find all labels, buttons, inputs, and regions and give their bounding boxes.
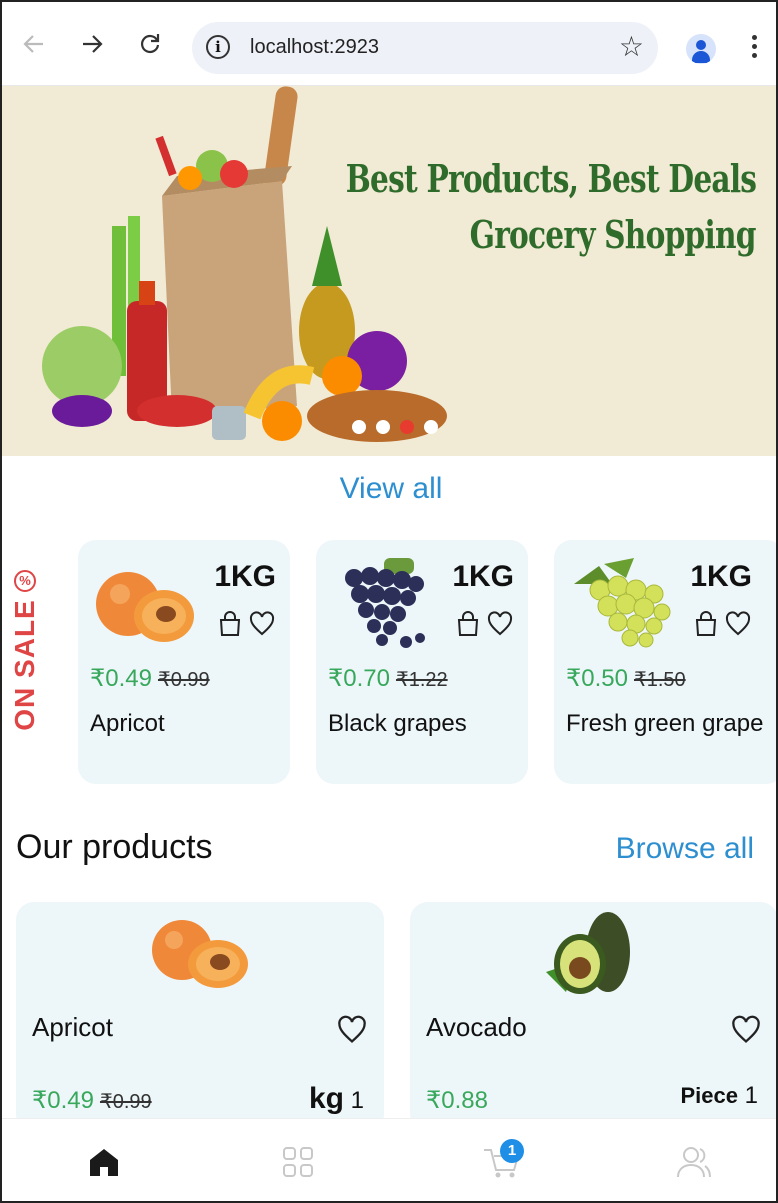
browser-toolbar: i localhost:2923 ☆: [2, 2, 776, 86]
product-name: Avocado: [426, 1012, 527, 1042]
grocery-bag-illustration: [42, 86, 447, 442]
old-price: ₹1.22: [395, 669, 448, 691]
app-frame: i localhost:2923 ☆ Best Products, Best D…: [0, 0, 778, 1203]
green-grapes-image: [574, 558, 671, 648]
users-icon[interactable]: [664, 1137, 724, 1187]
profile-avatar-icon[interactable]: [686, 34, 716, 64]
on-sale-label: % ON SALE: [8, 570, 42, 760]
sale-product-name: Apricot: [90, 710, 165, 737]
product-card[interactable]: Apricot ₹0.49 ₹0.99 kg 1: [16, 902, 384, 1132]
address-bar[interactable]: i localhost:2923 ☆: [192, 22, 658, 74]
apricot-image: [152, 920, 248, 988]
cart-icon[interactable]: 1: [472, 1137, 532, 1187]
apricot-image: [96, 572, 194, 642]
sale-weight: 1KG: [690, 560, 752, 593]
current-price: ₹0.88: [426, 1087, 488, 1114]
sale-card[interactable]: 1KG ₹0.49 ₹0.99 Apricot: [78, 540, 290, 784]
view-all-link[interactable]: View all: [2, 472, 776, 506]
quantity-unit: kg 1: [309, 1082, 364, 1116]
current-price: ₹0.70: [328, 665, 390, 692]
quantity-value[interactable]: 1: [745, 1082, 758, 1109]
old-price: ₹0.99: [99, 1091, 152, 1113]
bookmark-star-icon[interactable]: ☆: [619, 30, 644, 63]
sale-card[interactable]: 1KG ₹0.50 ₹1.50 Fresh green grape: [554, 540, 776, 784]
carousel-dot-active[interactable]: [400, 420, 414, 434]
forward-icon[interactable]: [72, 24, 112, 64]
heart-icon[interactable]: [730, 1014, 762, 1046]
banner-subheadline: Grocery Shopping: [470, 212, 757, 257]
carousel-dots: [352, 420, 438, 434]
avocado-image: [546, 912, 630, 994]
black-grapes-image: [345, 558, 425, 648]
banner-headline: Best Products, Best Deals: [345, 156, 757, 201]
heart-icon[interactable]: [336, 1014, 368, 1046]
browser-menu-icon[interactable]: [746, 32, 762, 68]
add-to-bag-icon[interactable]: [454, 610, 482, 638]
carousel-dot[interactable]: [376, 420, 390, 434]
add-to-bag-icon[interactable]: [692, 610, 720, 638]
heart-icon[interactable]: [724, 610, 752, 638]
quantity-value[interactable]: 1: [351, 1087, 364, 1114]
quantity-unit: Piece 1: [680, 1082, 758, 1110]
heart-icon[interactable]: [248, 610, 276, 638]
sale-card[interactable]: 1KG ₹0.70 ₹1.22 Black grapes: [316, 540, 528, 784]
sale-weight: 1KG: [214, 560, 276, 593]
sale-product-name: Black grapes: [328, 710, 467, 737]
bottom-nav: 1: [2, 1118, 776, 1201]
current-price: ₹0.49: [90, 665, 152, 692]
product-card[interactable]: Avocado ₹0.88 Piece 1: [410, 902, 776, 1132]
product-price: ₹0.49 ₹0.99: [32, 1086, 152, 1115]
browse-all-link[interactable]: Browse all: [616, 832, 754, 866]
sale-price: ₹0.50 ₹1.50: [566, 664, 686, 693]
unit-label: Piece: [680, 1083, 738, 1108]
cart-count-badge: 1: [500, 1139, 524, 1163]
old-price: ₹1.50: [633, 669, 686, 691]
carousel-dot[interactable]: [352, 420, 366, 434]
add-to-bag-icon[interactable]: [216, 610, 244, 638]
current-price: ₹0.50: [566, 665, 628, 692]
heart-icon[interactable]: [486, 610, 514, 638]
discount-badge-icon: %: [14, 570, 36, 592]
current-price: ₹0.49: [32, 1087, 94, 1114]
url-text: localhost:2923: [250, 36, 379, 58]
home-icon[interactable]: [74, 1137, 134, 1187]
reload-icon[interactable]: [130, 24, 170, 64]
old-price: ₹0.99: [157, 669, 210, 691]
sale-price: ₹0.49 ₹0.99: [90, 664, 210, 693]
sale-price: ₹0.70 ₹1.22: [328, 664, 448, 693]
section-title: Our products: [16, 828, 213, 866]
back-icon[interactable]: [14, 24, 54, 64]
on-sale-text: ON SALE: [9, 599, 40, 731]
grid-icon[interactable]: [268, 1137, 328, 1187]
site-info-icon[interactable]: i: [206, 35, 230, 59]
product-price: ₹0.88: [426, 1086, 488, 1115]
hero-banner[interactable]: Best Products, Best Deals Grocery Shoppi…: [2, 86, 776, 456]
carousel-dot[interactable]: [424, 420, 438, 434]
unit-label: kg: [308, 1082, 344, 1115]
product-name: Apricot: [32, 1012, 113, 1042]
sale-weight: 1KG: [452, 560, 514, 593]
sale-product-name: Fresh green grape: [566, 710, 764, 737]
